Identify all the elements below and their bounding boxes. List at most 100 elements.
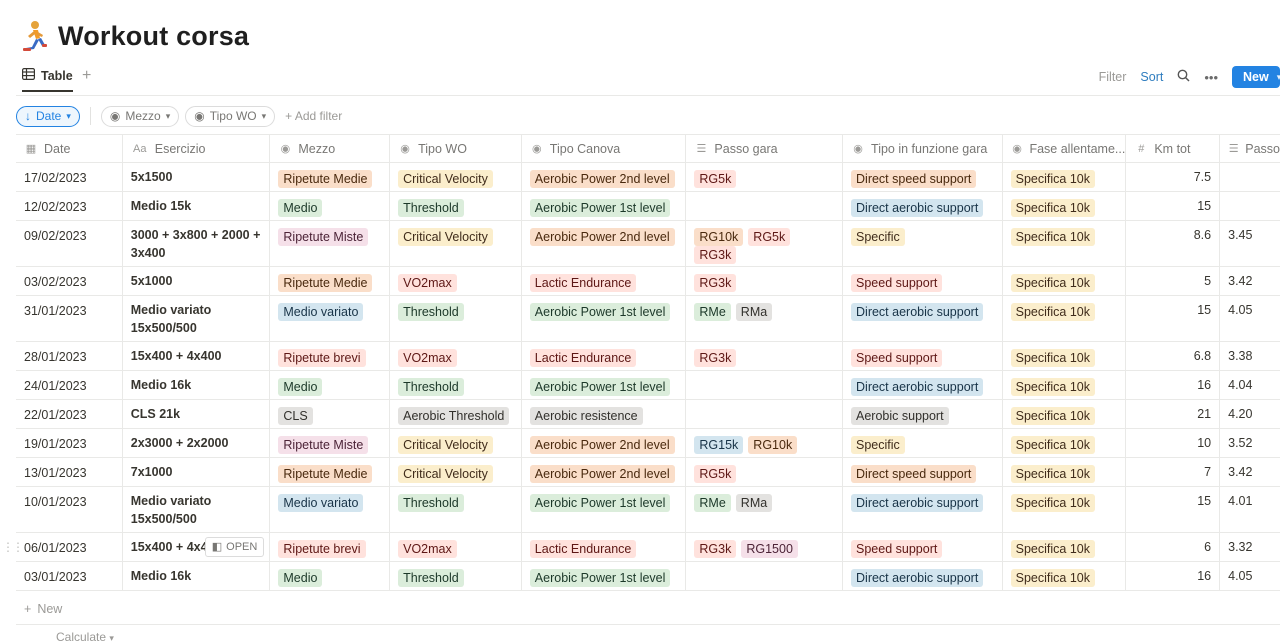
date-cell[interactable]: 09/02/2023 (16, 221, 123, 266)
mezzo-cell[interactable]: CLS (270, 400, 391, 428)
add-row-button[interactable]: + New (24, 602, 62, 616)
esercizio-cell[interactable]: Medio 16k (123, 371, 271, 399)
table-row[interactable]: 03/01/2023 Medio 16k Medio Threshold Aerobic… (16, 562, 1280, 591)
tipo-wo-cell[interactable]: VO2max (390, 533, 522, 561)
tipo-funzione-cell[interactable]: Speed support (843, 267, 1003, 295)
tipo-wo-cell[interactable]: Threshold (390, 371, 522, 399)
km-tot-cell[interactable]: 10 (1126, 429, 1221, 457)
passo-gara-cell[interactable]: RG5k (686, 163, 844, 191)
tipo-wo-cell[interactable]: Critical Velocity (390, 221, 522, 266)
km-tot-cell[interactable]: 15 (1126, 192, 1221, 220)
tipo-funzione-cell[interactable]: Specific (843, 429, 1003, 457)
table-row[interactable]: 13/01/2023 7x1000 Ripetute Medie Critical V… (16, 458, 1280, 487)
tipo-canova-cell[interactable]: Aerobic Power 2nd level (522, 221, 687, 266)
passo-cell[interactable]: 3.38 (1220, 342, 1280, 370)
passo-gara-cell[interactable]: RG3k (686, 342, 844, 370)
fase-cell[interactable]: Specifica 10k (1003, 429, 1127, 457)
tipo-canova-cell[interactable]: Lactic Endurance (522, 533, 687, 561)
date-cell[interactable]: 17/02/2023 (16, 163, 123, 191)
km-tot-cell[interactable]: 7.5 (1126, 163, 1221, 191)
new-button[interactable]: New ▾ (1232, 66, 1280, 88)
mezzo-cell[interactable]: Ripetute Miste (270, 221, 391, 266)
tipo-canova-cell[interactable]: Lactic Endurance (522, 267, 687, 295)
mezzo-cell[interactable]: Medio variato (270, 487, 391, 532)
mezzo-cell[interactable]: Ripetute Medie (270, 163, 391, 191)
filter-mezzo-chip[interactable]: ◉ Mezzo ▾ (100, 105, 180, 127)
esercizio-cell[interactable]: 7x1000 (123, 458, 271, 486)
table-row[interactable]: 19/01/2023 2x3000 + 2x2000 Ripetute Miste C… (16, 429, 1280, 458)
column-header-esercizio[interactable]: Aa Esercizio (123, 135, 271, 162)
tipo-wo-cell[interactable]: Threshold (390, 487, 522, 532)
passo-gara-cell[interactable] (686, 371, 844, 399)
fase-cell[interactable]: Specifica 10k (1003, 221, 1127, 266)
tipo-wo-cell[interactable]: Threshold (390, 192, 522, 220)
column-header-date[interactable]: ▦ Date (16, 135, 123, 162)
mezzo-cell[interactable]: Medio (270, 192, 391, 220)
passo-cell[interactable]: 4.20 (1220, 400, 1280, 428)
tipo-wo-cell[interactable]: Threshold (390, 562, 522, 590)
date-cell[interactable]: 12/02/2023 (16, 192, 123, 220)
table-row[interactable]: 12/02/2023 Medio 15k Medio Threshold Aerobic… (16, 192, 1280, 221)
date-cell[interactable]: 31/01/2023 (16, 296, 123, 341)
mezzo-cell[interactable]: Ripetute brevi (270, 342, 391, 370)
mezzo-cell[interactable]: Medio (270, 562, 391, 590)
tipo-wo-cell[interactable]: VO2max (390, 267, 522, 295)
fase-cell[interactable]: Specifica 10k (1003, 400, 1127, 428)
column-header-tipo-wo[interactable]: ◉ Tipo WO (390, 135, 522, 162)
fase-cell[interactable]: Specifica 10k (1003, 267, 1127, 295)
esercizio-cell[interactable]: 3000 + 3x800 + 2000 + 3x400 (123, 221, 271, 266)
km-tot-cell[interactable]: 16 (1126, 371, 1221, 399)
date-cell[interactable]: 19/01/2023 (16, 429, 123, 457)
sort-date-chip[interactable]: ↓ Date ▾ (16, 105, 80, 127)
tipo-funzione-cell[interactable]: Direct speed support (843, 458, 1003, 486)
sort-button[interactable]: Sort (1140, 70, 1163, 84)
tipo-wo-cell[interactable]: VO2max (390, 342, 522, 370)
tipo-wo-cell[interactable]: Critical Velocity (390, 429, 522, 457)
table-row[interactable]: 22/01/2023 CLS 21k CLS Aerobic Threshold Aer… (16, 400, 1280, 429)
tipo-funzione-cell[interactable]: Speed support (843, 342, 1003, 370)
tipo-funzione-cell[interactable]: Direct aerobic support (843, 562, 1003, 590)
calculate-button[interactable]: Calculate ▾ (56, 630, 114, 643)
fase-cell[interactable]: Specifica 10k (1003, 342, 1127, 370)
km-tot-cell[interactable]: 21 (1126, 400, 1221, 428)
mezzo-cell[interactable]: Ripetute Medie (270, 458, 391, 486)
tipo-canova-cell[interactable]: Aerobic Power 1st level (522, 487, 687, 532)
table-row[interactable]: 31/01/2023 Medio variato 15x500/500 Medio … (16, 296, 1280, 342)
table-row[interactable]: 10/01/2023 Medio variato 15x500/500 Medio … (16, 487, 1280, 533)
table-row[interactable]: 24/01/2023 Medio 16k Medio Threshold Aerobic… (16, 371, 1280, 400)
tipo-funzione-cell[interactable]: Speed support (843, 533, 1003, 561)
tipo-wo-cell[interactable]: Threshold (390, 296, 522, 341)
passo-gara-cell[interactable]: RMe RMa (686, 487, 844, 532)
add-filter-button[interactable]: + Add filter (281, 109, 342, 123)
tipo-funzione-cell[interactable]: Direct aerobic support (843, 192, 1003, 220)
passo-cell[interactable]: 3.42 (1220, 458, 1280, 486)
mezzo-cell[interactable]: Ripetute Medie (270, 267, 391, 295)
table-row[interactable]: 28/01/2023 15x400 + 4x400 Ripetute brevi VO… (16, 342, 1280, 371)
km-tot-cell[interactable]: 15 (1126, 296, 1221, 341)
tab-table[interactable]: Table (22, 68, 73, 92)
tipo-funzione-cell[interactable]: Direct speed support (843, 163, 1003, 191)
km-tot-cell[interactable]: 8.6 (1126, 221, 1221, 266)
tipo-funzione-cell[interactable]: Specific (843, 221, 1003, 266)
passo-cell[interactable]: 4.01 (1220, 487, 1280, 532)
tipo-canova-cell[interactable]: Aerobic Power 1st level (522, 562, 687, 590)
fase-cell[interactable]: Specifica 10k (1003, 163, 1127, 191)
fase-cell[interactable]: Specifica 10k (1003, 458, 1127, 486)
date-cell[interactable]: 06/01/2023 (16, 533, 123, 561)
tipo-canova-cell[interactable]: Aerobic Power 1st level (522, 296, 687, 341)
table-row[interactable]: 06/01/2023 15x400 + 4x400◧OPEN Ripetute br… (2, 533, 1280, 562)
passo-cell[interactable]: 3.42 (1220, 267, 1280, 295)
date-cell[interactable]: 03/02/2023 (16, 267, 123, 295)
km-tot-cell[interactable]: 16 (1126, 562, 1221, 590)
fase-cell[interactable]: Specifica 10k (1003, 296, 1127, 341)
tipo-wo-cell[interactable]: Aerobic Threshold (390, 400, 522, 428)
km-tot-cell[interactable]: 15 (1126, 487, 1221, 532)
tipo-funzione-cell[interactable]: Direct aerobic support (843, 371, 1003, 399)
fase-cell[interactable]: Specifica 10k (1003, 371, 1127, 399)
tipo-canova-cell[interactable]: Aerobic resistence (522, 400, 687, 428)
passo-cell[interactable]: 3.52 (1220, 429, 1280, 457)
column-header-passo-gara[interactable]: ☰ Passo gara (686, 135, 844, 162)
esercizio-cell[interactable]: CLS 21k (123, 400, 271, 428)
tipo-canova-cell[interactable]: Aerobic Power 2nd level (522, 429, 687, 457)
esercizio-cell[interactable]: 5x1500 (123, 163, 271, 191)
